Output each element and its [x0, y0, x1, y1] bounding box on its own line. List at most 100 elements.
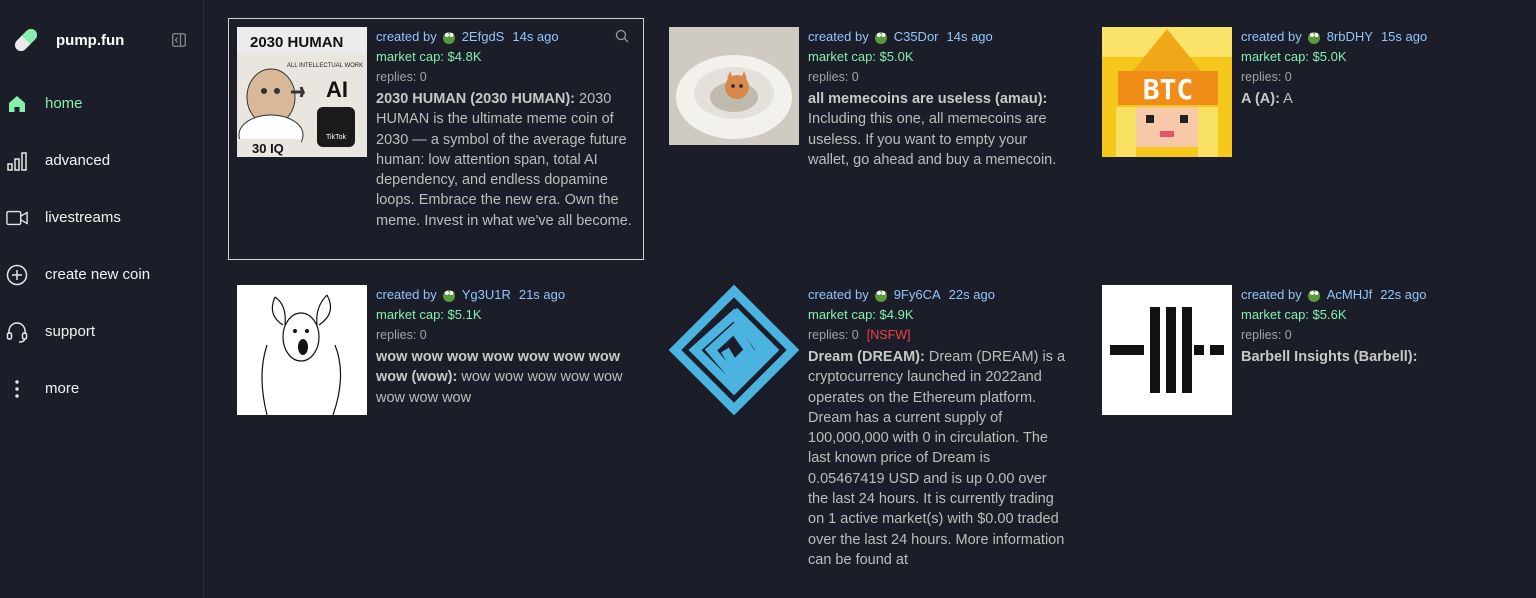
- coin-image: 2030 HUMAN ALL INTELLECTUAL WORK AI TikT…: [237, 27, 367, 157]
- coin-card[interactable]: created by AcMHJf 22s ago market cap: $5…: [1094, 277, 1514, 437]
- frog-avatar-icon: [441, 287, 457, 303]
- coin-thumbnail[interactable]: 2030 HUMAN ALL INTELLECTUAL WORK AI TikT…: [237, 27, 367, 157]
- nav-label-home: home: [45, 95, 83, 112]
- nav-label-support: support: [45, 323, 96, 340]
- frog-avatar-icon: [873, 29, 889, 45]
- creator-link[interactable]: Yg3U1R: [462, 285, 511, 305]
- coin-description: all memecoins are useless (amau): Includ…: [808, 89, 1069, 170]
- market-cap: market cap: $5.0K: [1241, 49, 1347, 64]
- frog-avatar-icon: [1306, 29, 1322, 45]
- created-by-label: created by: [808, 29, 869, 44]
- video-icon: [6, 207, 28, 229]
- created-age: 22s ago: [948, 287, 995, 302]
- market-cap: market cap: $4.8K: [376, 49, 482, 64]
- coin-card[interactable]: created by Yg3U1R 21s ago market cap: $5…: [229, 277, 645, 437]
- coin-info: created by 2EfgdS 14s ago market cap: $4…: [376, 27, 635, 251]
- coin-info: created by AcMHJf 22s ago market cap: $5…: [1241, 285, 1506, 429]
- headset-icon: [6, 321, 28, 343]
- created-age: 22s ago: [1380, 287, 1427, 302]
- coin-image: [237, 285, 367, 415]
- coin-description: wow wow wow wow wow wow wow wow (wow): w…: [376, 347, 637, 408]
- coin-name: Dream (DREAM):: [808, 349, 925, 365]
- creator-link[interactable]: 8rbDHY: [1327, 27, 1373, 47]
- coin-card[interactable]: BTC created by 8rbDHY 15s ago market cap…: [1094, 19, 1514, 259]
- created-age: 21s ago: [518, 287, 566, 302]
- market-cap: market cap: $4.9K: [808, 307, 914, 322]
- thumb-sub: ALL INTELLECTUAL WORK: [287, 63, 363, 69]
- coin-desc-text: Including this one, all memecoins are us…: [808, 111, 1057, 168]
- plus-circle-icon: [6, 264, 28, 286]
- coin-thumbnail[interactable]: [669, 27, 799, 145]
- coin-thumbnail[interactable]: [237, 285, 367, 415]
- coin-description: Barbell Insights (Barbell):: [1241, 347, 1506, 367]
- replies-row: replies: 0 [NSFW]: [808, 325, 1069, 345]
- created-by-label: created by: [1241, 29, 1302, 44]
- coin-card[interactable]: created by 9Fy6CA 22s ago market cap: $4…: [661, 277, 1077, 578]
- coin-desc-text: A: [1279, 91, 1293, 107]
- creator-row: created by 2EfgdS 14s ago: [376, 27, 635, 47]
- coin-name: all memecoins are useless (amau):: [808, 91, 1048, 107]
- replies-count: replies: 0: [1241, 70, 1292, 84]
- created-by-label: created by: [808, 287, 869, 302]
- creator-row: created by 9Fy6CA 22s ago: [808, 285, 1069, 305]
- creator-link[interactable]: 9Fy6CA: [894, 285, 941, 305]
- main-nav: home advanced livestreams create new coi…: [0, 75, 204, 417]
- market-cap: market cap: $5.1K: [376, 307, 482, 322]
- created-age: 14s ago: [512, 29, 559, 44]
- creator-row: created by C35Dor 14s ago: [808, 27, 1069, 47]
- thumb-title: 2030 HUMAN: [250, 34, 343, 51]
- creator-row: created by Yg3U1R 21s ago: [376, 285, 637, 305]
- coin-description: Dream (DREAM): Dream (DREAM) is a crypto…: [808, 347, 1069, 573]
- thumb-ai: AI: [326, 77, 348, 102]
- coin-info: created by Yg3U1R 21s ago market cap: $5…: [376, 285, 637, 429]
- sidebar: pump.fun home advanced livestreams creat…: [0, 0, 204, 598]
- collapse-sidebar-icon[interactable]: [172, 33, 186, 47]
- creator-link[interactable]: C35Dor: [894, 27, 939, 47]
- creator-row: created by AcMHJf 22s ago: [1241, 285, 1506, 305]
- nav-item-home[interactable]: home: [0, 75, 204, 132]
- coin-thumbnail[interactable]: [669, 285, 799, 415]
- brand-name: pump.fun: [56, 31, 125, 49]
- replies-count: replies: 0: [376, 328, 427, 342]
- coin-info: created by 9Fy6CA 22s ago market cap: $4…: [808, 285, 1069, 573]
- coin-thumbnail[interactable]: [1102, 285, 1232, 415]
- nav-item-advanced[interactable]: advanced: [0, 132, 204, 189]
- market-cap: market cap: $5.0K: [808, 49, 914, 64]
- coin-name: 2030 HUMAN (2030 HUMAN):: [376, 91, 576, 107]
- coin-image: [669, 27, 799, 145]
- replies-count: replies: 0: [1241, 328, 1292, 342]
- nav-label-create-coin: create new coin: [45, 266, 151, 283]
- coin-thumbnail[interactable]: BTC: [1102, 27, 1232, 157]
- coin-info: created by C35Dor 14s ago market cap: $5…: [808, 27, 1069, 251]
- coin-card[interactable]: created by C35Dor 14s ago market cap: $5…: [661, 19, 1077, 259]
- coin-image: BTC: [1102, 27, 1232, 157]
- coin-description: A (A): A: [1241, 89, 1506, 109]
- coin-description: 2030 HUMAN (2030 HUMAN): 2030 HUMAN is t…: [376, 89, 635, 231]
- more-icon: [6, 378, 28, 400]
- created-age: 14s ago: [946, 29, 993, 44]
- creator-link[interactable]: 2EfgdS: [462, 27, 505, 47]
- nav-item-livestreams[interactable]: livestreams: [0, 189, 204, 246]
- pill-logo-icon: [10, 24, 42, 56]
- created-by-label: created by: [376, 287, 437, 302]
- coin-card[interactable]: 2030 HUMAN ALL INTELLECTUAL WORK AI TikT…: [228, 18, 644, 260]
- frog-avatar-icon: [873, 287, 889, 303]
- nav-item-support[interactable]: support: [0, 303, 204, 360]
- nav-item-create-coin[interactable]: create new coin: [0, 246, 204, 303]
- nsfw-badge: [NSFW]: [866, 328, 911, 342]
- coin-info: created by 8rbDHY 15s ago market cap: $5…: [1241, 27, 1506, 251]
- thumb-text: BTC: [1143, 73, 1194, 106]
- coin-name: Barbell Insights (Barbell):: [1241, 349, 1418, 365]
- search-icon[interactable]: [615, 29, 629, 43]
- thumb-app: TikTok: [326, 134, 346, 141]
- created-age: 15s ago: [1380, 29, 1428, 44]
- replies-count: replies: 0: [808, 328, 859, 342]
- nav-item-more[interactable]: more: [0, 360, 204, 417]
- nav-label-livestreams: livestreams: [45, 209, 121, 226]
- frog-avatar-icon: [441, 29, 457, 45]
- creator-link[interactable]: AcMHJf: [1327, 285, 1373, 305]
- thumb-iq: 30 IQ: [252, 141, 284, 156]
- nav-label-advanced: advanced: [45, 152, 111, 169]
- brand[interactable]: pump.fun: [10, 24, 124, 56]
- coin-feed: 2030 HUMAN ALL INTELLECTUAL WORK AI TikT…: [204, 0, 1536, 598]
